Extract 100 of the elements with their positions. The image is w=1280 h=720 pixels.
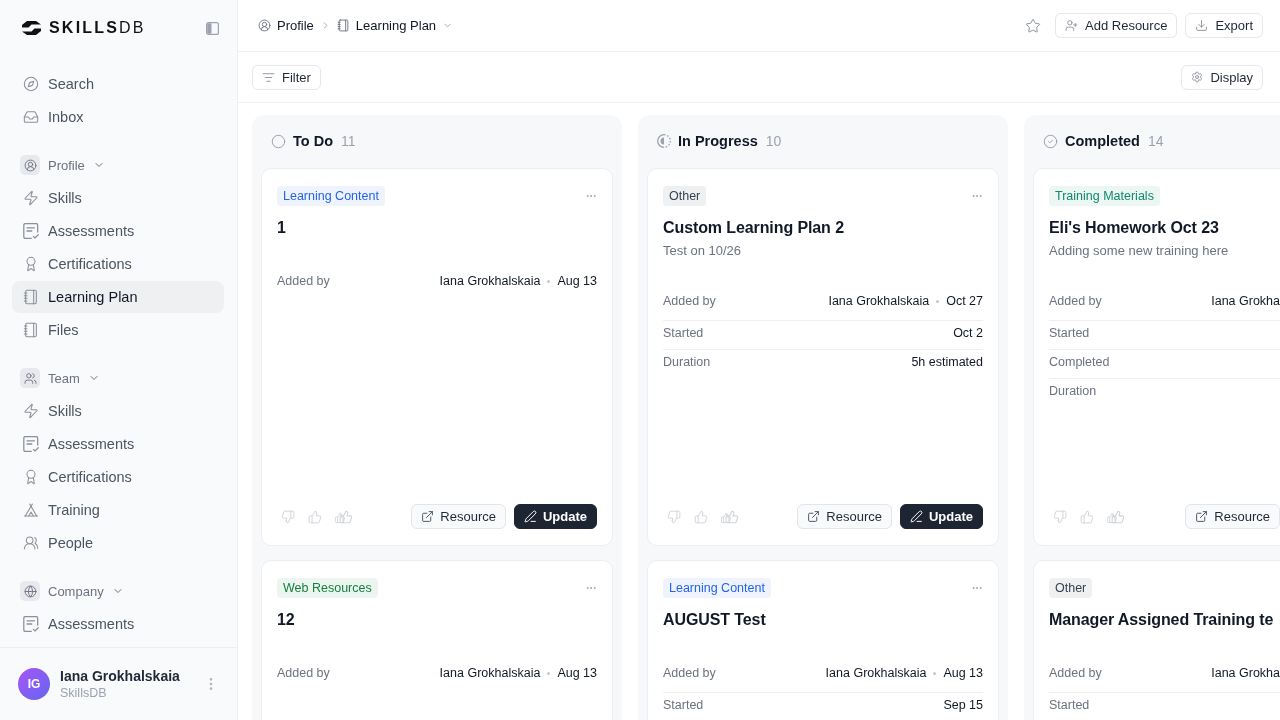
field-value: Iana Grokha	[1211, 293, 1280, 310]
breadcrumb-link[interactable]: Profile	[258, 18, 314, 33]
nav-item[interactable]: Assessments	[12, 428, 224, 460]
user-circle-icon	[258, 19, 271, 32]
separator-dot-icon	[547, 671, 551, 675]
card-title: 12	[277, 610, 296, 630]
users-icon	[23, 535, 39, 551]
field-label: Added by	[277, 665, 330, 682]
category-tag: Web Resources	[277, 578, 378, 598]
user-name: Iana Grokhalskaia	[60, 667, 180, 685]
header-button[interactable]: Add Resource	[1055, 13, 1178, 38]
column-count: 10	[765, 133, 782, 149]
field-value: Sep 15	[943, 697, 983, 714]
notebook-icon	[23, 322, 39, 338]
nav-item[interactable]: People	[12, 527, 224, 559]
tent-icon	[23, 502, 39, 518]
display-button[interactable]: Display	[1181, 64, 1263, 90]
section-toggle[interactable]: Profile	[12, 149, 224, 181]
thumbs-down-icon[interactable]	[667, 509, 681, 524]
nav-item[interactable]: Training	[12, 494, 224, 526]
globe-icon	[20, 581, 40, 601]
thumbs-down-icon[interactable]	[1053, 509, 1067, 524]
nav-item[interactable]: Inbox	[12, 101, 224, 133]
field-label: Added by	[663, 293, 716, 310]
notebook-icon	[23, 289, 39, 305]
nav-item[interactable]: Skills	[12, 395, 224, 427]
thumbs-up-pair-icon[interactable]	[721, 509, 738, 524]
checklist-icon	[23, 436, 39, 452]
separator-dot-icon	[547, 279, 551, 283]
nav-item[interactable]: Search	[12, 68, 224, 100]
half-circle-icon	[657, 134, 671, 148]
field-label: Added by	[1049, 665, 1102, 682]
field-label: Added by	[1049, 293, 1102, 310]
nav-item[interactable]: Certifications	[12, 248, 224, 280]
checklist-icon	[23, 616, 39, 632]
field-label: Started	[1049, 325, 1090, 342]
nav-item[interactable]: Skills	[12, 182, 224, 214]
field-value: Iana Grokhalskaia	[825, 665, 927, 682]
category-tag: Other	[1049, 578, 1093, 598]
field-label: Completed	[1049, 354, 1110, 371]
category-tag: Other	[663, 186, 707, 206]
field-label: Started	[663, 697, 704, 714]
nav-item[interactable]: Assessments	[12, 215, 224, 247]
date-text: Aug 13	[557, 273, 597, 290]
field-label: Added by	[277, 273, 330, 290]
update-button[interactable]: Update	[513, 504, 597, 529]
update-button[interactable]: Update	[899, 504, 983, 529]
breadcrumb-link[interactable]: Learning Plan	[336, 18, 437, 33]
avatar: IG	[18, 668, 50, 700]
thumbs-up-icon[interactable]	[308, 509, 322, 524]
sidebar-toggle-icon[interactable]	[206, 21, 219, 35]
thumbs-down-icon[interactable]	[281, 509, 295, 524]
filter-button[interactable]: Filter	[252, 64, 321, 90]
resource-button[interactable]: Resource	[1185, 504, 1280, 529]
nav-item[interactable]: Files	[12, 314, 224, 346]
header-button[interactable]: Export	[1185, 13, 1263, 38]
field-value: Iana Grokhalskaia	[439, 665, 541, 682]
resource-button[interactable]: Resource	[411, 504, 506, 529]
thumbs-up-icon[interactable]	[1080, 509, 1094, 524]
nav-item[interactable]: Learning Plan	[12, 281, 224, 313]
circle-icon	[271, 133, 286, 149]
thumbs-up-pair-icon[interactable]	[1107, 509, 1124, 524]
card-title: Manager Assigned Training te	[1049, 610, 1275, 630]
logo-icon	[22, 21, 41, 35]
column-title: In Progress	[678, 133, 758, 149]
external-link-icon	[421, 510, 435, 523]
pencil-icon	[523, 510, 537, 523]
separator-dot-icon	[933, 671, 937, 675]
thumbs-up-icon[interactable]	[694, 509, 708, 524]
download-icon	[1195, 19, 1209, 32]
thumbs-up-pair-icon[interactable]	[335, 509, 352, 524]
section-toggle[interactable]: Company	[12, 575, 224, 607]
compass-icon	[23, 76, 39, 92]
card-title: 1	[277, 218, 287, 238]
field-value: Iana Grokha	[1211, 665, 1280, 682]
nav-item[interactable]: Assessments	[12, 608, 224, 640]
lightning-icon	[23, 403, 39, 419]
column-title: Completed	[1065, 133, 1140, 149]
nav-item[interactable]: Certifications	[12, 461, 224, 493]
check-circle-icon	[1043, 133, 1058, 149]
column-count: 14	[1147, 133, 1164, 149]
resource-button[interactable]: Resource	[797, 504, 892, 529]
external-link-icon	[1195, 510, 1209, 523]
date-text: Aug 13	[557, 665, 597, 682]
card-description: Adding some new training here	[1049, 242, 1230, 260]
card-title: AUGUST Test	[663, 610, 767, 630]
filter-icon	[262, 70, 275, 84]
field-value: 5h estimated	[911, 354, 983, 371]
category-tag: Learning Content	[663, 578, 771, 598]
section-toggle[interactable]: Team	[12, 362, 224, 394]
category-tag: Training Materials	[1049, 186, 1160, 206]
field-label: Duration	[1049, 383, 1097, 400]
field-value: Iana Grokhalskaia	[439, 273, 541, 290]
date-text: Oct 27	[946, 293, 983, 310]
notebook-icon	[336, 19, 350, 32]
column-title: To Do	[293, 133, 333, 149]
date-text: Aug 13	[943, 665, 983, 682]
star-icon[interactable]	[1025, 17, 1042, 34]
settings-icon	[1191, 71, 1204, 83]
field-value: Oct 2	[953, 325, 983, 342]
